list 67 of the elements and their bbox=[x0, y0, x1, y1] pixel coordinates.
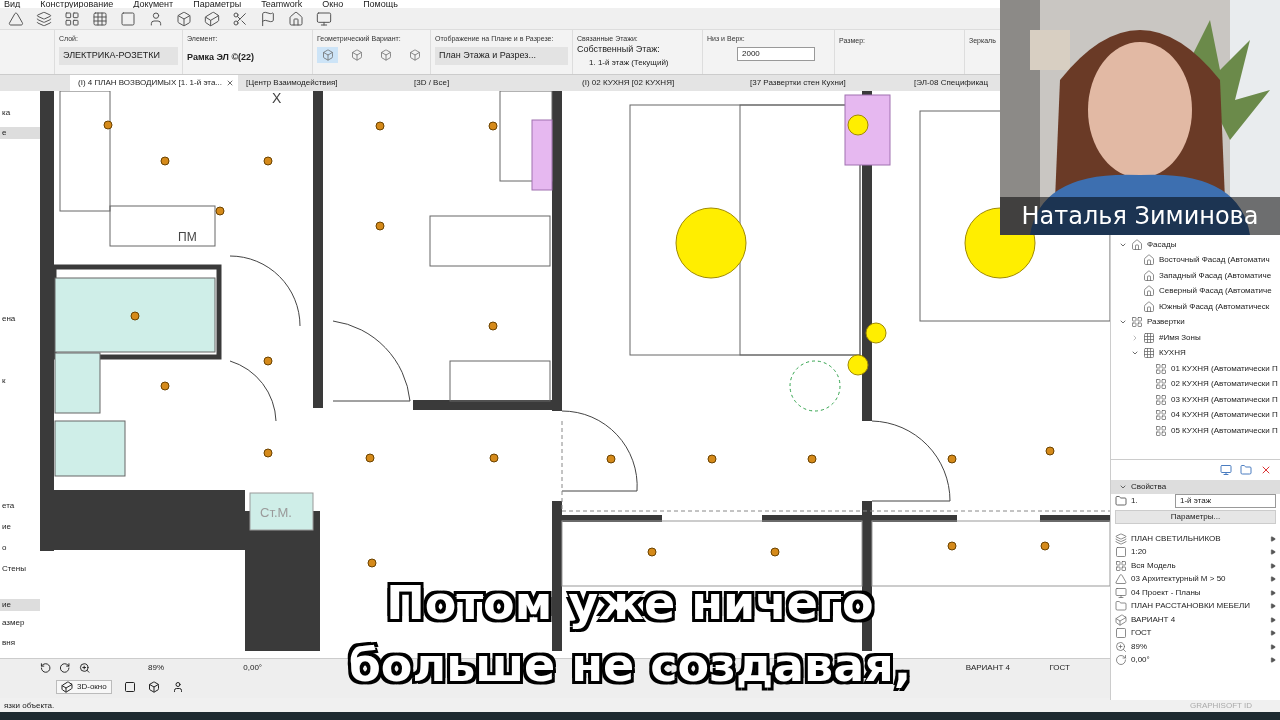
setting-value[interactable]: ГОСТ bbox=[1131, 627, 1266, 640]
setting-value[interactable]: 1:20 bbox=[1131, 546, 1266, 559]
setting-value[interactable]: Вся Модель bbox=[1131, 559, 1266, 572]
tree-item[interactable]: Южный Фасад (Автоматическ bbox=[1159, 300, 1270, 313]
panel-item[interactable]: ета bbox=[0, 500, 40, 512]
setting-value[interactable]: ВАРИАНТ 4 bbox=[1131, 613, 1266, 626]
panel-item[interactable]: вня bbox=[0, 637, 40, 649]
standard-value[interactable]: ГОСТ bbox=[1049, 661, 1070, 674]
setting-value[interactable]: 0,00° bbox=[1131, 654, 1266, 667]
story-value[interactable]: 1. 1-й этаж (Текущий) bbox=[577, 56, 698, 69]
tree-item[interactable]: 04 КУХНЯ (Автоматически П bbox=[1171, 409, 1278, 422]
menu-item[interactable]: Параметры bbox=[193, 0, 242, 8]
story-sublabel: Собственный Этаж: bbox=[577, 43, 661, 56]
tree-item[interactable]: Фасады bbox=[1147, 238, 1177, 251]
setting-value[interactable]: ПЛАН СВЕТИЛЬНИКОВ bbox=[1131, 532, 1266, 545]
panel-item[interactable]: ка bbox=[0, 107, 40, 119]
room-label: ПМ bbox=[178, 230, 197, 244]
element-name: Рамка ЭЛ ©(22) bbox=[187, 51, 256, 64]
story-number: 1. bbox=[1131, 495, 1139, 507]
tree-item[interactable]: 02 КУХНЯ (Автоматически П bbox=[1171, 378, 1278, 391]
panel-item[interactable]: е bbox=[0, 127, 40, 139]
panel-item[interactable]: ие bbox=[0, 521, 40, 533]
properties-header[interactable]: Свойства bbox=[1111, 480, 1280, 494]
setting-value[interactable]: 04 Проект - Планы bbox=[1131, 586, 1266, 599]
setting-value[interactable]: 89% bbox=[1131, 640, 1266, 653]
panel-item[interactable]: о bbox=[0, 542, 40, 554]
menu-item[interactable]: Окно bbox=[322, 0, 344, 8]
view-tab[interactable]: (I) 02 КУХНЯ [02 КУХНЯ] bbox=[574, 75, 742, 91]
tree-item[interactable]: 01 КУХНЯ (Автоматически П bbox=[1171, 362, 1278, 375]
tree-item[interactable]: #Имя Зоны bbox=[1159, 331, 1201, 344]
section-title: Свойства bbox=[1131, 481, 1167, 493]
parameters-button[interactable]: Параметры... bbox=[1115, 510, 1276, 524]
setting-value[interactable]: ПЛАН РАССТАНОВКИ МЕБЕЛИ bbox=[1131, 600, 1266, 613]
angle-value[interactable]: 0,00° bbox=[243, 661, 338, 674]
setting-value[interactable]: 03 Архитектурный М > 50 bbox=[1131, 573, 1266, 586]
story-name-field[interactable]: 1-й этаж bbox=[1175, 494, 1276, 508]
status-message: язки объекта. bbox=[4, 700, 55, 712]
tree-item[interactable]: Развертки bbox=[1147, 316, 1185, 329]
view-tab[interactable]: [Центр Взаимодействия] bbox=[238, 75, 406, 91]
tree-item[interactable]: 03 КУХНЯ (Автоматически П bbox=[1171, 393, 1278, 406]
panel-item[interactable]: Стены bbox=[0, 563, 40, 575]
view-tab[interactable]: [ЭЛ-08 Спецификац bbox=[910, 75, 989, 91]
zoom-value[interactable]: 89% bbox=[148, 661, 196, 674]
panel-item[interactable]: ена bbox=[0, 313, 40, 325]
menu-item[interactable]: Вид bbox=[4, 0, 21, 8]
panel-item[interactable]: к bbox=[0, 375, 40, 387]
tree-item[interactable]: Восточный Фасад (Автоматич bbox=[1159, 254, 1270, 267]
tree-item[interactable]: 05 КУХНЯ (Автоматически П bbox=[1171, 424, 1278, 437]
tree-item[interactable]: Северный Фасад (Автоматиче bbox=[1159, 285, 1272, 298]
height-input[interactable]: 2000 bbox=[737, 47, 815, 61]
menu-item[interactable]: Помощь bbox=[363, 0, 398, 8]
tree-item[interactable]: Западный Фасад (Автоматиче bbox=[1159, 269, 1272, 282]
room-label: Ст.М. bbox=[260, 505, 292, 520]
menu-item[interactable]: Teamwork bbox=[261, 0, 303, 8]
layer-dropdown[interactable]: ЭЛЕКТРИКА-РОЗЕТКИ bbox=[59, 47, 178, 65]
menu-item[interactable]: Конструирование bbox=[40, 0, 114, 8]
3d-window-button[interactable]: 3D-окно bbox=[56, 680, 112, 694]
view-tab[interactable]: [3D / Все] bbox=[406, 75, 574, 91]
tree-item[interactable]: КУХНЯ bbox=[1159, 347, 1186, 360]
view-tab[interactable]: (I) 4 ПЛАН ВОЗВОДИМЫХ [1. 1-й эта... bbox=[70, 75, 238, 91]
menu-item[interactable]: Документ bbox=[133, 0, 174, 8]
display-dropdown[interactable]: План Этажа и Разрез... bbox=[435, 47, 568, 65]
variant-value[interactable]: ВАРИАНТ 4 bbox=[965, 661, 1042, 674]
view-tab[interactable]: [37 Развертки стен Кухни] bbox=[742, 75, 910, 91]
panel-item[interactable]: азмер bbox=[0, 617, 40, 629]
plan-mark: X bbox=[272, 91, 282, 106]
panel-item[interactable]: ие bbox=[0, 599, 40, 611]
